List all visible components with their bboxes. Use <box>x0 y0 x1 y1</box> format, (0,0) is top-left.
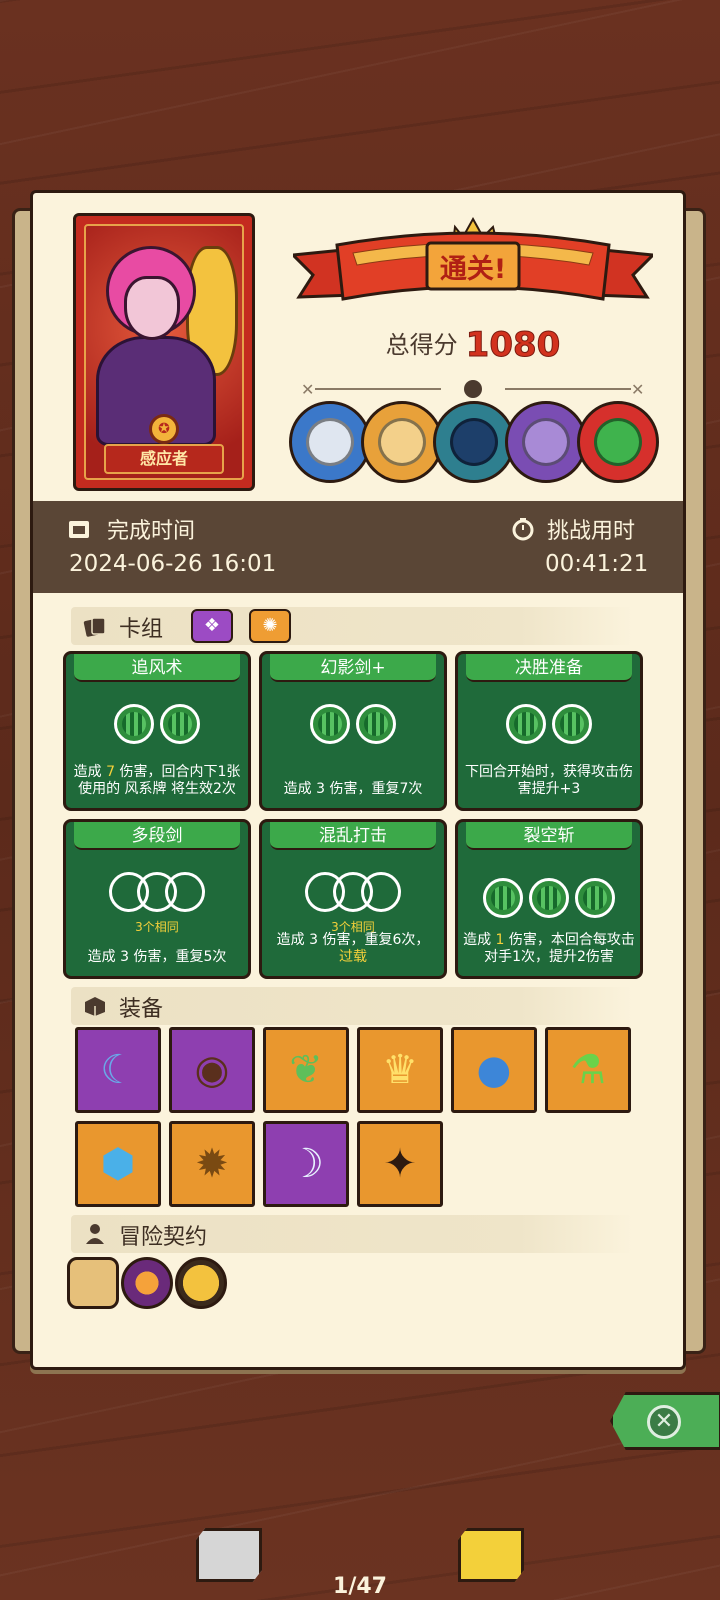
energy-orb-icon <box>160 704 200 744</box>
card-condition: 3个相同 <box>135 920 179 934</box>
energy-orb-icon <box>506 704 546 744</box>
campfire-icon[interactable] <box>121 1257 173 1309</box>
energy-orb-icon <box>529 878 569 918</box>
energy-orb-icon <box>575 878 615 918</box>
golden-emblem-icon[interactable]: ✹ <box>169 1121 255 1207</box>
medal-icon: ✪ <box>149 414 179 444</box>
empty-orb-icon <box>165 872 205 912</box>
curved-dagger-icon[interactable]: ☽ <box>263 1121 349 1207</box>
deck-card[interactable]: 裂空斩 造成 1 伤害，本回合每攻击对手1次，提升2伤害 <box>455 819 643 979</box>
crescent-blade-icon[interactable]: ☾ <box>75 1027 161 1113</box>
rainbow-beast-icon[interactable] <box>577 401 659 483</box>
boss-divider: ✕ ✕ <box>301 380 644 399</box>
equipment-title: 装备 <box>119 997 164 1022</box>
deck-card[interactable]: 多段剑 3个相同 造成 3 伤害，重复5次 <box>63 819 251 979</box>
card-description: 造成 3 伤害，重复7次 <box>283 781 423 797</box>
energy-orb-icon <box>552 704 592 744</box>
stopwatch-icon <box>512 518 534 541</box>
svg-text:✕: ✕ <box>301 380 314 399</box>
card-description: 下回合开始时，获得攻击伤害提升+3 <box>465 764 633 797</box>
deck-card[interactable]: 幻影剑+ 造成 3 伤害，重复7次 <box>259 651 447 811</box>
finish-time-value: 2024-06-26 16:01 <box>69 551 277 577</box>
scroll-icon[interactable] <box>67 1257 119 1309</box>
challenge-time-value: 00:41:21 <box>545 551 649 577</box>
deck-card[interactable]: 决胜准备 下回合开始时，获得攻击伤害提升+3 <box>455 651 643 811</box>
deck-header: 卡组 ❖ ✺ <box>71 607 633 645</box>
total-score: 总得分 1080 <box>293 325 653 366</box>
golden-crown-icon[interactable]: ♛ <box>357 1027 443 1113</box>
empty-orb-icon <box>361 872 401 912</box>
svg-text:✕: ✕ <box>631 380 644 399</box>
card-cost <box>262 704 444 748</box>
banner-text: 通关! <box>440 254 506 285</box>
green-feather-icon[interactable]: ❦ <box>263 1027 349 1113</box>
card-title: 追风术 <box>74 654 240 682</box>
next-page-button[interactable] <box>458 1528 524 1582</box>
defeated-bosses <box>289 401 661 491</box>
card-title: 裂空斩 <box>466 822 632 850</box>
prev-page-button[interactable] <box>196 1528 262 1582</box>
deck-card[interactable]: 追风术 造成 7 伤害，回合内下1张使用的 风系牌 将生效2次 <box>63 651 251 811</box>
result-panel: ✪ 感应者 通关! 总得分 1080 ✕ ✕ 完成时间 2024-06-26 16… <box>30 190 686 1370</box>
close-icon: ✕ <box>647 1405 681 1439</box>
deck-card[interactable]: 混乱打击 3个相同 造成 3 伤害，重复6次， 过载 <box>259 819 447 979</box>
character-face <box>124 276 180 340</box>
card-cost <box>458 704 640 748</box>
character-name: 感应者 <box>104 444 224 474</box>
calendar-icon <box>69 521 89 538</box>
card-description: 造成 3 伤害，重复6次， 过载 <box>276 932 430 965</box>
challenge-time-label: 挑战用时 <box>547 519 636 544</box>
card-title: 幻影剑+ <box>270 654 436 682</box>
run-stats-bar: 完成时间 2024-06-26 16:01 挑战用时 00:41:21 <box>33 501 683 593</box>
card-description: 造成 7 伤害，回合内下1张使用的 风系牌 将生效2次 <box>73 764 241 797</box>
purple-rune-icon[interactable]: ❖ <box>191 609 233 643</box>
energy-orb-icon <box>114 704 154 744</box>
clear-banner: 通关! <box>293 216 653 301</box>
energy-orb-icon <box>356 704 396 744</box>
card-cost <box>458 878 640 922</box>
equipment-header: 装备 <box>71 987 633 1025</box>
purple-dragon-icon[interactable] <box>505 401 587 483</box>
blue-crest-icon[interactable]: ⬢ <box>75 1121 161 1207</box>
lion-king-icon[interactable] <box>361 401 443 483</box>
card-description: 造成 3 伤害，重复5次 <box>87 949 227 965</box>
score-label: 总得分 <box>385 331 458 359</box>
page-indicator: 1/47 <box>333 1574 387 1599</box>
energy-orb-icon <box>310 704 350 744</box>
armored-knight-icon[interactable] <box>433 401 515 483</box>
gold-coin-icon[interactable] <box>175 1257 227 1309</box>
energy-orb-icon <box>483 878 523 918</box>
mushroom-sage-icon[interactable] <box>289 401 371 483</box>
cards-icon <box>83 617 106 637</box>
card-cost <box>66 872 248 916</box>
card-title: 决胜准备 <box>466 654 632 682</box>
contracts-header: 冒险契约 <box>71 1215 633 1253</box>
finish-time-label: 完成时间 <box>107 519 196 544</box>
orange-swirl-icon[interactable]: ✺ <box>249 609 291 643</box>
blue-slime-icon[interactable]: ● <box>451 1027 537 1113</box>
character-portrait[interactable]: ✪ 感应者 <box>73 213 255 491</box>
green-potion-icon[interactable]: ⚗ <box>545 1027 631 1113</box>
contracts-title: 冒险契约 <box>119 1225 208 1250</box>
card-title: 混乱打击 <box>270 822 436 850</box>
card-cost <box>66 704 248 748</box>
person-icon <box>86 1224 104 1244</box>
wooden-shield-icon[interactable]: ◉ <box>169 1027 255 1113</box>
dark-cloak-icon[interactable]: ✦ <box>357 1121 443 1207</box>
score-value: 1080 <box>465 325 561 366</box>
close-button[interactable]: ✕ <box>610 1392 720 1450</box>
deck-title: 卡组 <box>119 617 164 642</box>
card-description: 造成 1 伤害，本回合每攻击对手1次，提升2伤害 <box>463 932 635 965</box>
box-icon <box>85 997 105 1016</box>
card-cost <box>262 872 444 916</box>
card-title: 多段剑 <box>74 822 240 850</box>
